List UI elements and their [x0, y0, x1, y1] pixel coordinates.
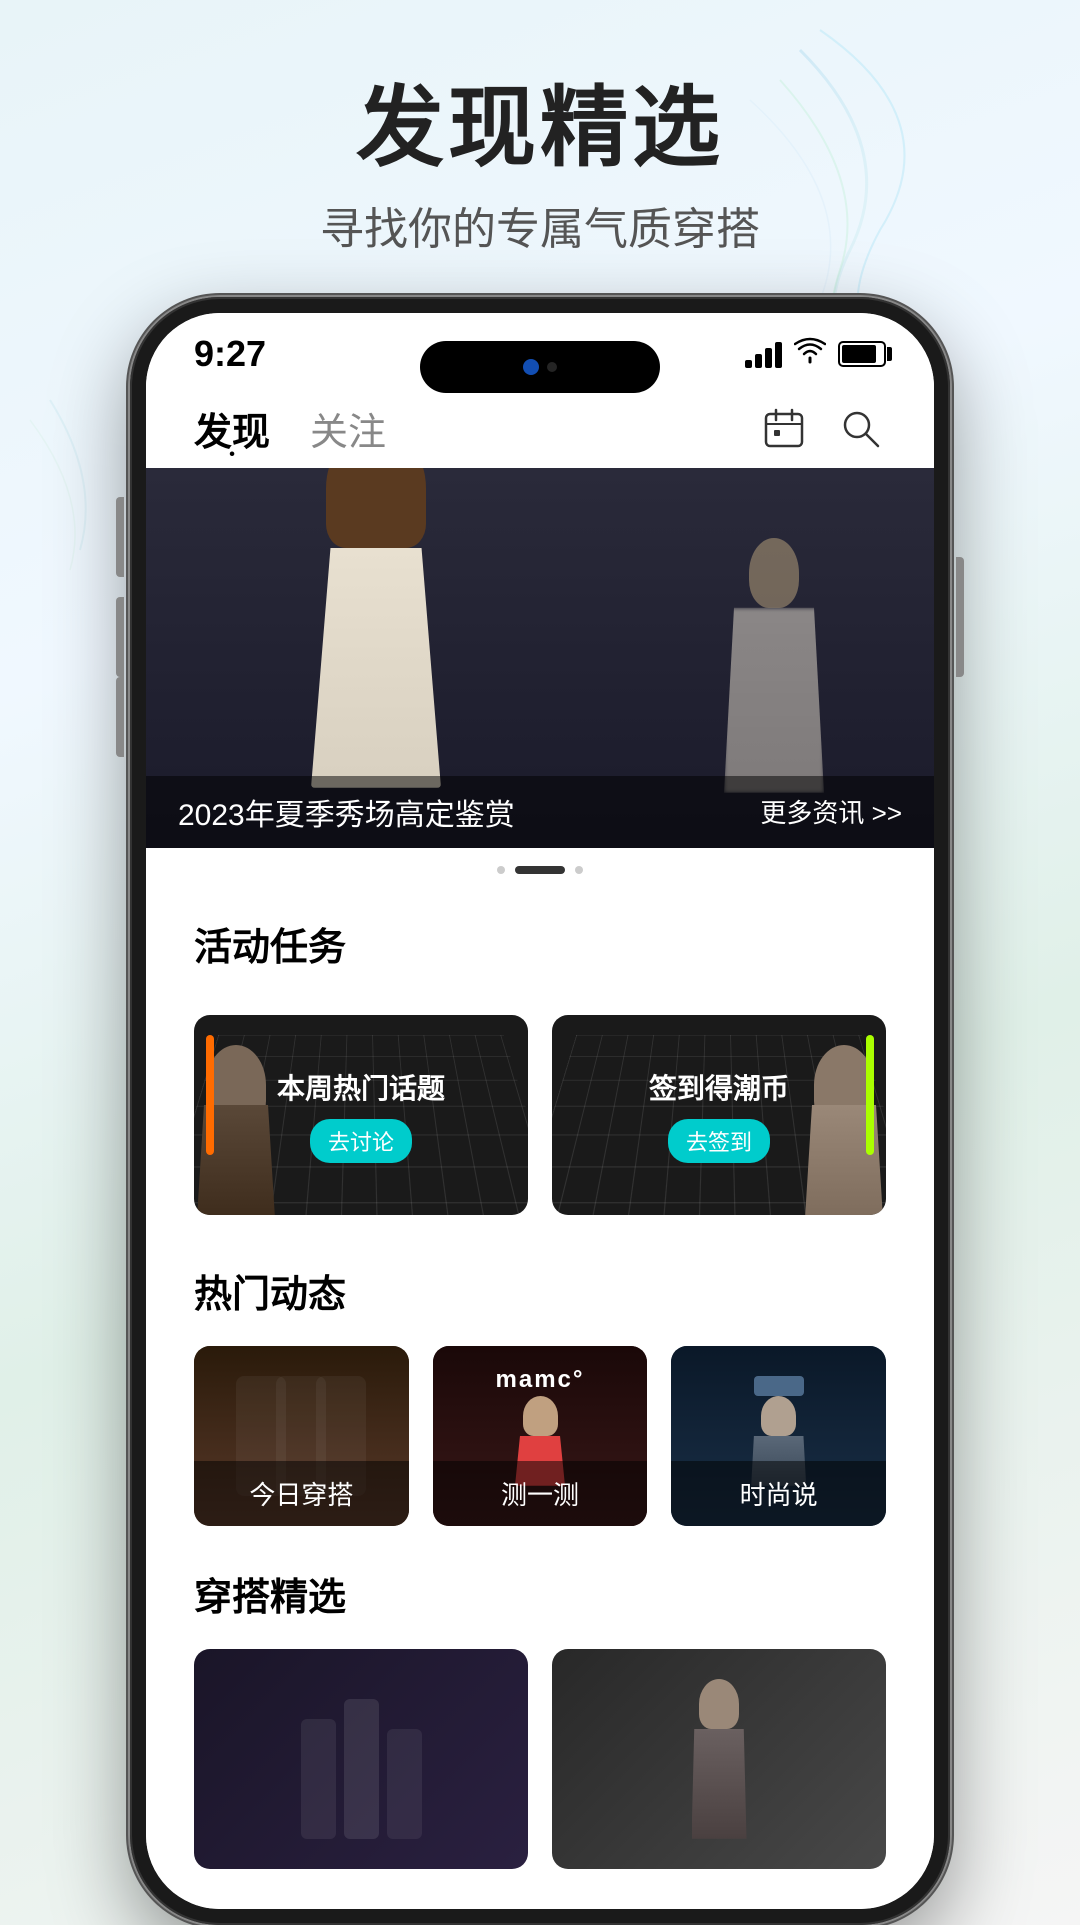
- hot-section-title: 热门动态: [194, 1263, 886, 1318]
- tab-discover[interactable]: 发现: [194, 401, 270, 456]
- orange-stripe: [206, 1035, 214, 1155]
- status-icons: [745, 336, 886, 371]
- hot-cards: 今日穿搭 mamc° 测一测: [146, 1346, 934, 1526]
- phone-screen: 9:27: [146, 313, 934, 1909]
- hero-more-link[interactable]: 更多资讯 >>: [760, 793, 902, 830]
- outfit-cards: [146, 1649, 934, 1869]
- calendar-button[interactable]: [758, 402, 810, 454]
- hot-card-2[interactable]: mamc° 测一测: [433, 1346, 648, 1526]
- hero-title: 2023年夏季秀场高定鉴赏: [178, 790, 515, 834]
- signal-icon: [745, 340, 782, 368]
- outfit-section-title: 穿搭精选: [146, 1566, 934, 1621]
- search-button[interactable]: [834, 402, 886, 454]
- hot-section-header: 热门动态: [146, 1263, 934, 1318]
- card-2-badge[interactable]: 去签到: [668, 1119, 770, 1163]
- hot-card-3[interactable]: 时尚说: [671, 1346, 886, 1526]
- activity-card-2[interactable]: 签到得潮币 去签到: [552, 1015, 886, 1215]
- hot-card-3-label: 时尚说: [671, 1461, 886, 1526]
- activity-section-title: 活动任务: [194, 916, 886, 971]
- hero-banner[interactable]: 2023年夏季秀场高定鉴赏 更多资讯 >>: [146, 468, 934, 848]
- faceid-dot: [547, 362, 557, 372]
- nav-tabs: 发现 关注: [146, 385, 934, 468]
- outfit-card-2[interactable]: [552, 1649, 886, 1869]
- hot-card-2-label: 测一测: [433, 1461, 648, 1526]
- camera-dot: [523, 359, 539, 375]
- dot-3[interactable]: [575, 866, 583, 874]
- card-1-badge[interactable]: 去讨论: [310, 1119, 412, 1163]
- battery-icon: [838, 341, 886, 367]
- hero-bottom-bar: 2023年夏季秀场高定鉴赏 更多资讯 >>: [146, 776, 934, 848]
- dot-2[interactable]: [515, 866, 565, 874]
- tab-follow[interactable]: 关注: [310, 401, 386, 456]
- status-bar: 9:27: [146, 313, 934, 385]
- phone-frame: 9:27: [130, 297, 950, 1925]
- green-stripe: [866, 1035, 874, 1155]
- dot-1[interactable]: [497, 866, 505, 874]
- outfit-card-1[interactable]: [194, 1649, 528, 1869]
- card-2-main-text: 签到得潮币: [649, 1067, 789, 1107]
- activity-section-header: 活动任务: [146, 892, 934, 1015]
- wifi-icon: [794, 336, 826, 371]
- activity-card-1[interactable]: 本周热门话题 去讨论: [194, 1015, 528, 1215]
- page-title: 发现精选: [320, 80, 760, 177]
- page-subtitle: 寻找你的专属气质穿搭: [320, 193, 760, 257]
- nav-icons: [758, 402, 886, 454]
- phone-body: 9:27: [130, 297, 950, 1925]
- outfit-section-header: 穿搭精选: [146, 1566, 934, 1621]
- hot-card-1-label: 今日穿搭: [194, 1461, 409, 1526]
- app-content: 发现 关注: [146, 385, 934, 1909]
- card-1-main-text: 本周热门话题: [277, 1067, 445, 1107]
- carousel-dots: [146, 848, 934, 892]
- mamc-brand: mamc°: [496, 1366, 585, 1394]
- card-1-text: 本周热门话题 去讨论: [277, 1067, 445, 1163]
- page-header: 发现精选 寻找你的专属气质穿搭: [320, 0, 760, 257]
- status-time: 9:27: [194, 333, 266, 375]
- bottom-spacer: [146, 1869, 934, 1909]
- activity-cards: 本周热门话题 去讨论 签到得潮币: [146, 1015, 934, 1215]
- hot-card-1[interactable]: 今日穿搭: [194, 1346, 409, 1526]
- card-2-text: 签到得潮币 去签到: [649, 1067, 789, 1163]
